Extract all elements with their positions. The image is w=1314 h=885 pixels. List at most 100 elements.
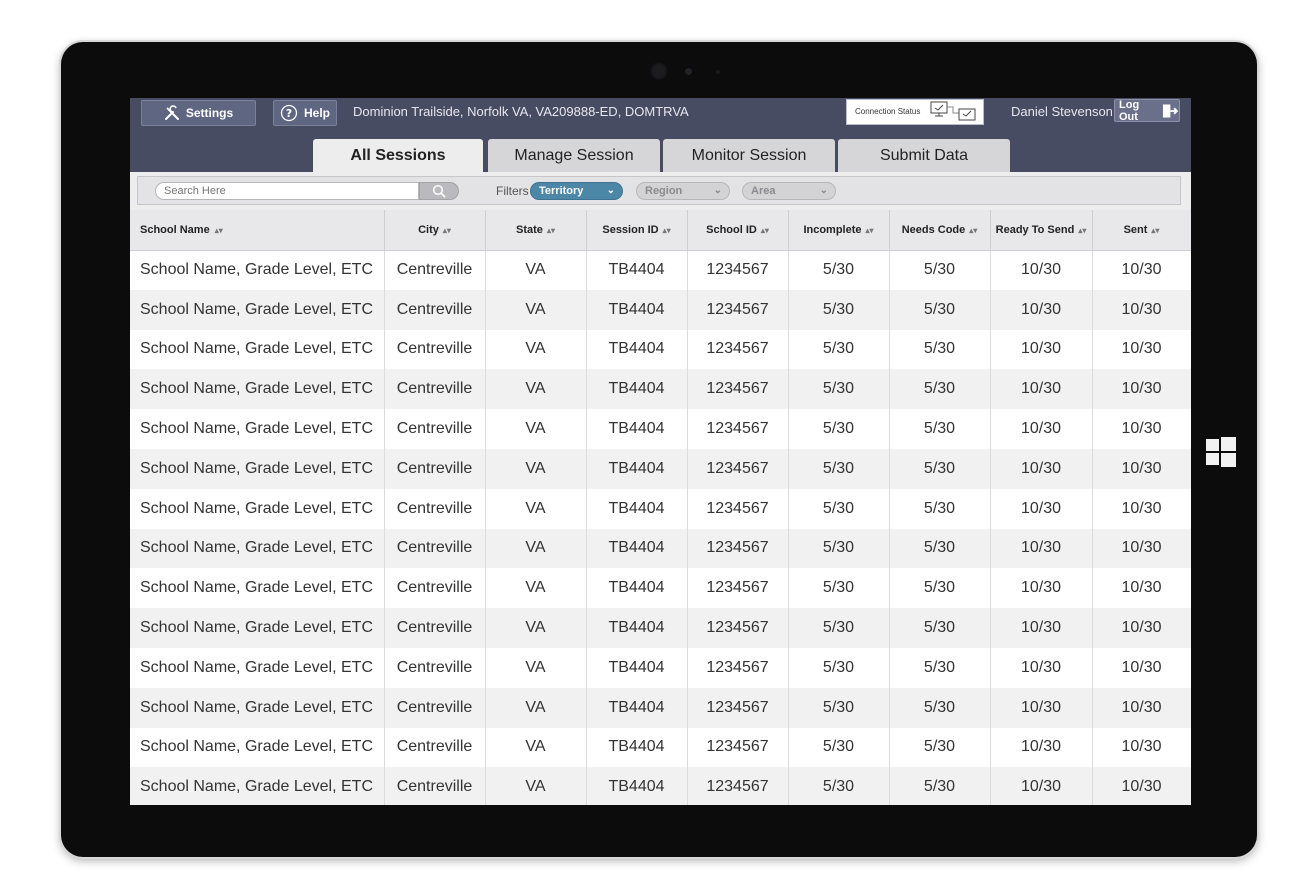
column-header-sent[interactable]: Sent ▴▾ bbox=[1092, 210, 1191, 251]
table-row[interactable]: School Name, Grade Level, ETC Centreville… bbox=[130, 409, 1191, 449]
sort-icon[interactable]: ▴▾ bbox=[663, 226, 671, 235]
search-button[interactable] bbox=[419, 182, 459, 200]
search-input[interactable] bbox=[155, 182, 419, 200]
column-header-label: City bbox=[418, 223, 439, 236]
sort-icon[interactable]: ▴▾ bbox=[969, 226, 977, 235]
cell-city: Centreville bbox=[384, 727, 486, 768]
column-header-label: Session ID bbox=[602, 223, 659, 236]
tab-submit-data[interactable]: Submit Data bbox=[838, 139, 1010, 172]
user-name: Daniel Stevenson bbox=[1011, 104, 1113, 119]
connection-status[interactable]: Connection Status bbox=[846, 99, 984, 125]
chevron-down-icon: ⌄ bbox=[606, 185, 615, 196]
cell-sent: 10/30 bbox=[1092, 250, 1191, 290]
cell-session-id: TB4404 bbox=[586, 289, 688, 330]
cell-session-id: TB4404 bbox=[586, 767, 688, 805]
sort-icon[interactable]: ▴▾ bbox=[443, 226, 451, 235]
settings-button[interactable]: Settings bbox=[141, 100, 256, 126]
cell-session-id: TB4404 bbox=[586, 687, 688, 728]
connection-status-label: Connection Status bbox=[855, 107, 921, 116]
table-header-row: School Name ▴▾ City ▴▾ State ▴▾ Session ID ▴▾ Sc… bbox=[130, 210, 1191, 251]
sort-icon[interactable]: ▴▾ bbox=[761, 226, 769, 235]
logout-button[interactable]: Log Out bbox=[1114, 99, 1180, 123]
cell-school-id: 1234567 bbox=[687, 568, 789, 609]
tab-manage-session[interactable]: Manage Session bbox=[488, 139, 660, 172]
cell-needs-code: 5/30 bbox=[889, 528, 991, 569]
tools-icon bbox=[164, 105, 179, 120]
column-header-incomplete[interactable]: Incomplete ▴▾ bbox=[788, 210, 890, 251]
sort-icon[interactable]: ▴▾ bbox=[1151, 226, 1159, 235]
cell-city: Centreville bbox=[384, 608, 486, 648]
cell-state: VA bbox=[485, 687, 587, 728]
cell-city: Centreville bbox=[384, 448, 486, 489]
column-header-state[interactable]: State ▴▾ bbox=[485, 210, 587, 251]
table-row[interactable]: School Name, Grade Level, ETC Centreville… bbox=[130, 488, 1191, 529]
table-row[interactable]: School Name, Grade Level, ETC Centreville… bbox=[130, 687, 1191, 728]
table-row[interactable]: School Name, Grade Level, ETC Centreville… bbox=[130, 608, 1191, 648]
cell-state: VA bbox=[485, 528, 587, 569]
help-icon: ? bbox=[280, 104, 298, 122]
cell-sent: 10/30 bbox=[1092, 727, 1191, 768]
cell-needs-code: 5/30 bbox=[889, 448, 991, 489]
column-header-school-name[interactable]: School Name ▴▾ bbox=[130, 210, 385, 251]
table-row[interactable]: School Name, Grade Level, ETC Centreville… bbox=[130, 329, 1191, 370]
cell-ready-to-send: 10/30 bbox=[990, 687, 1093, 728]
cell-state: VA bbox=[485, 329, 587, 370]
cell-state: VA bbox=[485, 409, 587, 449]
cell-sent: 10/30 bbox=[1092, 568, 1191, 609]
cell-school-name: School Name, Grade Level, ETC bbox=[130, 329, 385, 370]
tab-all-sessions[interactable]: All Sessions bbox=[313, 139, 483, 172]
table-row[interactable]: School Name, Grade Level, ETC Centreville… bbox=[130, 568, 1191, 609]
cell-city: Centreville bbox=[384, 250, 486, 290]
cell-school-id: 1234567 bbox=[687, 329, 789, 370]
app-screen: Settings ? Help Dominion Trailside, Norf… bbox=[130, 98, 1191, 805]
cell-session-id: TB4404 bbox=[586, 369, 688, 410]
column-header-city[interactable]: City ▴▾ bbox=[384, 210, 486, 251]
cell-state: VA bbox=[485, 608, 587, 648]
chevron-down-icon: ⌄ bbox=[713, 185, 722, 196]
sort-icon[interactable]: ▴▾ bbox=[215, 226, 223, 235]
cell-needs-code: 5/30 bbox=[889, 608, 991, 648]
table-row[interactable]: School Name, Grade Level, ETC Centreville… bbox=[130, 448, 1191, 489]
cell-city: Centreville bbox=[384, 767, 486, 805]
column-header-label: Incomplete bbox=[803, 223, 862, 236]
cell-city: Centreville bbox=[384, 488, 486, 529]
area-dropdown[interactable]: Area ⌄ bbox=[742, 182, 836, 200]
cell-sent: 10/30 bbox=[1092, 329, 1191, 370]
search-icon bbox=[432, 184, 446, 198]
cell-sent: 10/30 bbox=[1092, 608, 1191, 648]
cell-needs-code: 5/30 bbox=[889, 767, 991, 805]
cell-sent: 10/30 bbox=[1092, 448, 1191, 489]
cell-state: VA bbox=[485, 727, 587, 768]
cell-session-id: TB4404 bbox=[586, 448, 688, 489]
column-header-needs-code[interactable]: Needs Code ▴▾ bbox=[889, 210, 991, 251]
cell-incomplete: 5/30 bbox=[788, 767, 890, 805]
cell-sent: 10/30 bbox=[1092, 409, 1191, 449]
cell-school-id: 1234567 bbox=[687, 250, 789, 290]
column-header-school-id[interactable]: School ID ▴▾ bbox=[687, 210, 789, 251]
region-dropdown[interactable]: Region ⌄ bbox=[636, 182, 730, 200]
sort-icon[interactable]: ▴▾ bbox=[866, 226, 874, 235]
sessions-table: School Name ▴▾ City ▴▾ State ▴▾ Session ID ▴▾ Sc… bbox=[130, 210, 1191, 805]
table-row[interactable]: School Name, Grade Level, ETC Centreville… bbox=[130, 767, 1191, 805]
column-header-ready-to-send[interactable]: Ready To Send ▴▾ bbox=[990, 210, 1093, 251]
cell-incomplete: 5/30 bbox=[788, 608, 890, 648]
table-row[interactable]: School Name, Grade Level, ETC Centreville… bbox=[130, 289, 1191, 330]
cell-ready-to-send: 10/30 bbox=[990, 488, 1093, 529]
sort-icon[interactable]: ▴▾ bbox=[1078, 226, 1086, 235]
table-row[interactable]: School Name, Grade Level, ETC Centreville… bbox=[130, 647, 1191, 688]
territory-dropdown[interactable]: Territory ⌄ bbox=[530, 182, 623, 200]
table-row[interactable]: School Name, Grade Level, ETC Centreville… bbox=[130, 727, 1191, 768]
tab-monitor-session[interactable]: Monitor Session bbox=[663, 139, 835, 172]
table-row[interactable]: School Name, Grade Level, ETC Centreville… bbox=[130, 528, 1191, 569]
windows-logo-icon[interactable] bbox=[1206, 437, 1236, 467]
help-button[interactable]: ? Help bbox=[273, 100, 337, 126]
cell-school-name: School Name, Grade Level, ETC bbox=[130, 250, 385, 290]
sort-icon[interactable]: ▴▾ bbox=[547, 226, 555, 235]
cell-state: VA bbox=[485, 289, 587, 330]
camera-icon bbox=[650, 62, 668, 80]
cell-school-id: 1234567 bbox=[687, 608, 789, 648]
cell-school-name: School Name, Grade Level, ETC bbox=[130, 369, 385, 410]
table-row[interactable]: School Name, Grade Level, ETC Centreville… bbox=[130, 250, 1191, 290]
table-row[interactable]: School Name, Grade Level, ETC Centreville… bbox=[130, 369, 1191, 410]
column-header-session-id[interactable]: Session ID ▴▾ bbox=[586, 210, 688, 251]
